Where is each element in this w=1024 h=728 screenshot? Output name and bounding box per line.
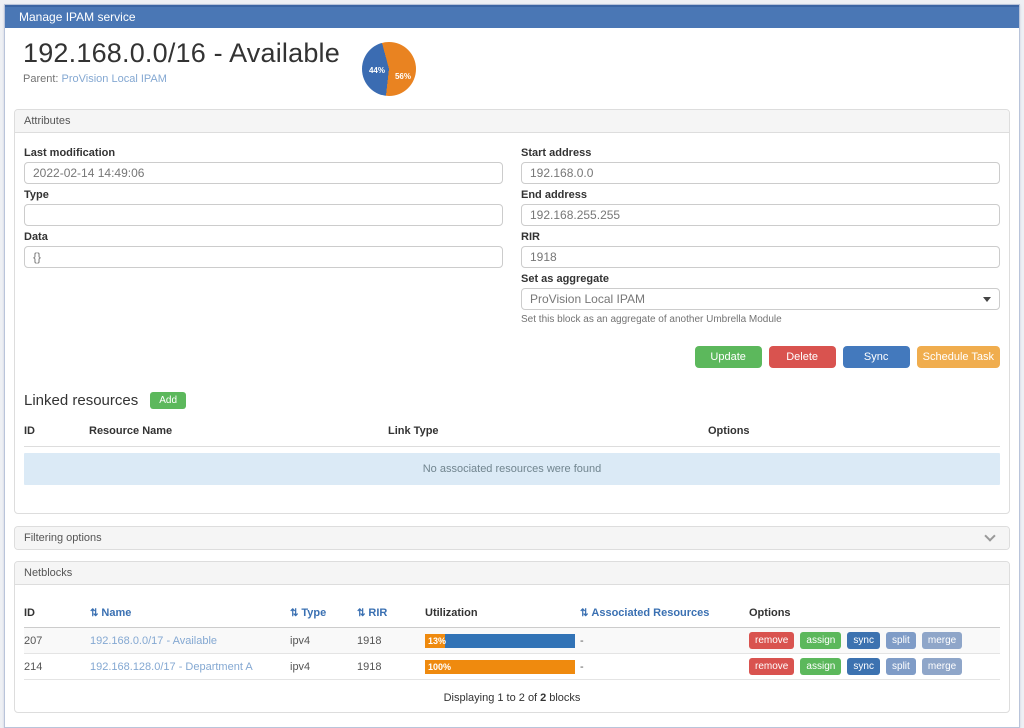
parent-label: Parent: [23, 73, 58, 85]
sort-icon: ⇅ [580, 608, 588, 619]
utilization-pie: 44% 56% [362, 42, 416, 96]
net-col-type[interactable]: ⇅Type [290, 599, 357, 628]
netblock-associated: - [580, 628, 749, 654]
attributes-panel-title: Attributes [15, 110, 1009, 133]
aggregate-help-text: Set this block as an aggregate of anothe… [521, 314, 1000, 325]
app-window: Manage IPAM service 192.168.0.0/16 - Ava… [4, 4, 1020, 728]
sort-icon: ⇅ [290, 608, 298, 619]
remove-button[interactable]: remove [749, 658, 794, 675]
sync-button[interactable]: Sync [843, 346, 910, 368]
net-col-associated[interactable]: ⇅Associated Resources [580, 599, 749, 628]
assign-button[interactable]: assign [800, 658, 841, 675]
start-address-label: Start address [521, 147, 1000, 159]
data-input[interactable] [24, 246, 503, 268]
assign-button[interactable]: assign [800, 632, 841, 649]
netblock-rir: 1918 [357, 628, 425, 654]
netblock-name-link[interactable]: 192.168.128.0/17 - Department A [90, 661, 253, 673]
merge-button[interactable]: merge [922, 658, 962, 675]
netblock-id: 214 [24, 654, 90, 680]
utilization-bar: 100% [425, 660, 575, 674]
netblock-associated: - [580, 654, 749, 680]
netblock-row: 214 192.168.128.0/17 - Department A ipv4… [24, 654, 1000, 680]
netblocks-table: ID ⇅Name ⇅Type ⇅RIR Utilization ⇅Associa… [24, 599, 1000, 680]
filtering-options-label: Filtering options [24, 532, 102, 544]
filtering-options-toggle[interactable]: Filtering options [15, 527, 1009, 549]
linked-resources-table: ID Resource Name Link Type Options [24, 421, 1000, 447]
parent-link[interactable]: ProVision Local IPAM [62, 73, 167, 85]
utilization-bar: 13% [425, 634, 575, 648]
linked-resources-heading: Linked resources [24, 392, 138, 409]
rir-label: RIR [521, 231, 1000, 243]
netblock-name-link[interactable]: 192.168.0.0/17 - Available [90, 635, 217, 647]
end-address-label: End address [521, 189, 1000, 201]
sort-icon: ⇅ [357, 608, 365, 619]
aggregate-select-value: ProVision Local IPAM [530, 292, 645, 306]
rir-input[interactable] [521, 246, 1000, 268]
type-input[interactable] [24, 204, 503, 226]
linked-col-resource-name: Resource Name [89, 421, 388, 447]
filtering-options-panel: Filtering options [14, 526, 1010, 550]
split-button[interactable]: split [886, 658, 916, 675]
netblock-row: 207 192.168.0.0/17 - Available ipv4 1918… [24, 628, 1000, 654]
net-col-id: ID [24, 599, 90, 628]
attributes-panel: Attributes Last modification Type Da [14, 109, 1010, 514]
netblock-type: ipv4 [290, 628, 357, 654]
type-label: Type [24, 189, 503, 201]
aggregate-select[interactable]: ProVision Local IPAM [521, 288, 1000, 310]
utilization-bar-fill: 100% [425, 660, 575, 674]
netblock-type: ipv4 [290, 654, 357, 680]
merge-button[interactable]: merge [922, 632, 962, 649]
utilization-bar-fill: 13% [425, 634, 445, 648]
caret-down-icon [983, 297, 991, 302]
sync-row-button[interactable]: sync [847, 632, 880, 649]
sync-row-button[interactable]: sync [847, 658, 880, 675]
last-modification-input[interactable] [24, 162, 503, 184]
no-linked-resources-message: No associated resources were found [24, 453, 1000, 485]
chevron-down-icon [984, 530, 995, 541]
net-col-rir[interactable]: ⇅RIR [357, 599, 425, 628]
netblock-rir: 1918 [357, 654, 425, 680]
net-col-options: Options [749, 599, 1000, 628]
end-address-input[interactable] [521, 204, 1000, 226]
page-title: Manage IPAM service [19, 10, 136, 24]
page-header: Manage IPAM service [5, 5, 1019, 28]
pagination-total: 2 [540, 692, 546, 704]
block-summary: 192.168.0.0/16 - Available Parent: ProVi… [14, 28, 1010, 100]
remove-button[interactable]: remove [749, 632, 794, 649]
linked-col-link-type: Link Type [388, 421, 708, 447]
netblocks-panel-title: Netblocks [15, 562, 1009, 585]
pagination-status: Displaying 1 to 2 of2blocks [24, 692, 1000, 704]
linked-col-options: Options [708, 421, 1000, 447]
linked-col-id: ID [24, 421, 89, 447]
last-modification-label: Last modification [24, 147, 503, 159]
pie-slice-label-free: 44% [369, 66, 385, 75]
sort-icon: ⇅ [90, 608, 98, 619]
add-linked-resource-button[interactable]: Add [150, 392, 186, 409]
schedule-task-button[interactable]: Schedule Task [917, 346, 1000, 368]
update-button[interactable]: Update [695, 346, 762, 368]
net-col-utilization: Utilization [425, 599, 580, 628]
aggregate-label: Set as aggregate [521, 273, 1000, 285]
delete-button[interactable]: Delete [769, 346, 836, 368]
pie-slice-label-used: 56% [395, 72, 411, 81]
netblock-id: 207 [24, 628, 90, 654]
start-address-input[interactable] [521, 162, 1000, 184]
net-col-name[interactable]: ⇅Name [90, 599, 290, 628]
data-label: Data [24, 231, 503, 243]
netblocks-panel: Netblocks ID ⇅Name ⇅Type ⇅RIR Utilizatio… [14, 561, 1010, 713]
block-title: 192.168.0.0/16 - Available [23, 38, 340, 69]
split-button[interactable]: split [886, 632, 916, 649]
